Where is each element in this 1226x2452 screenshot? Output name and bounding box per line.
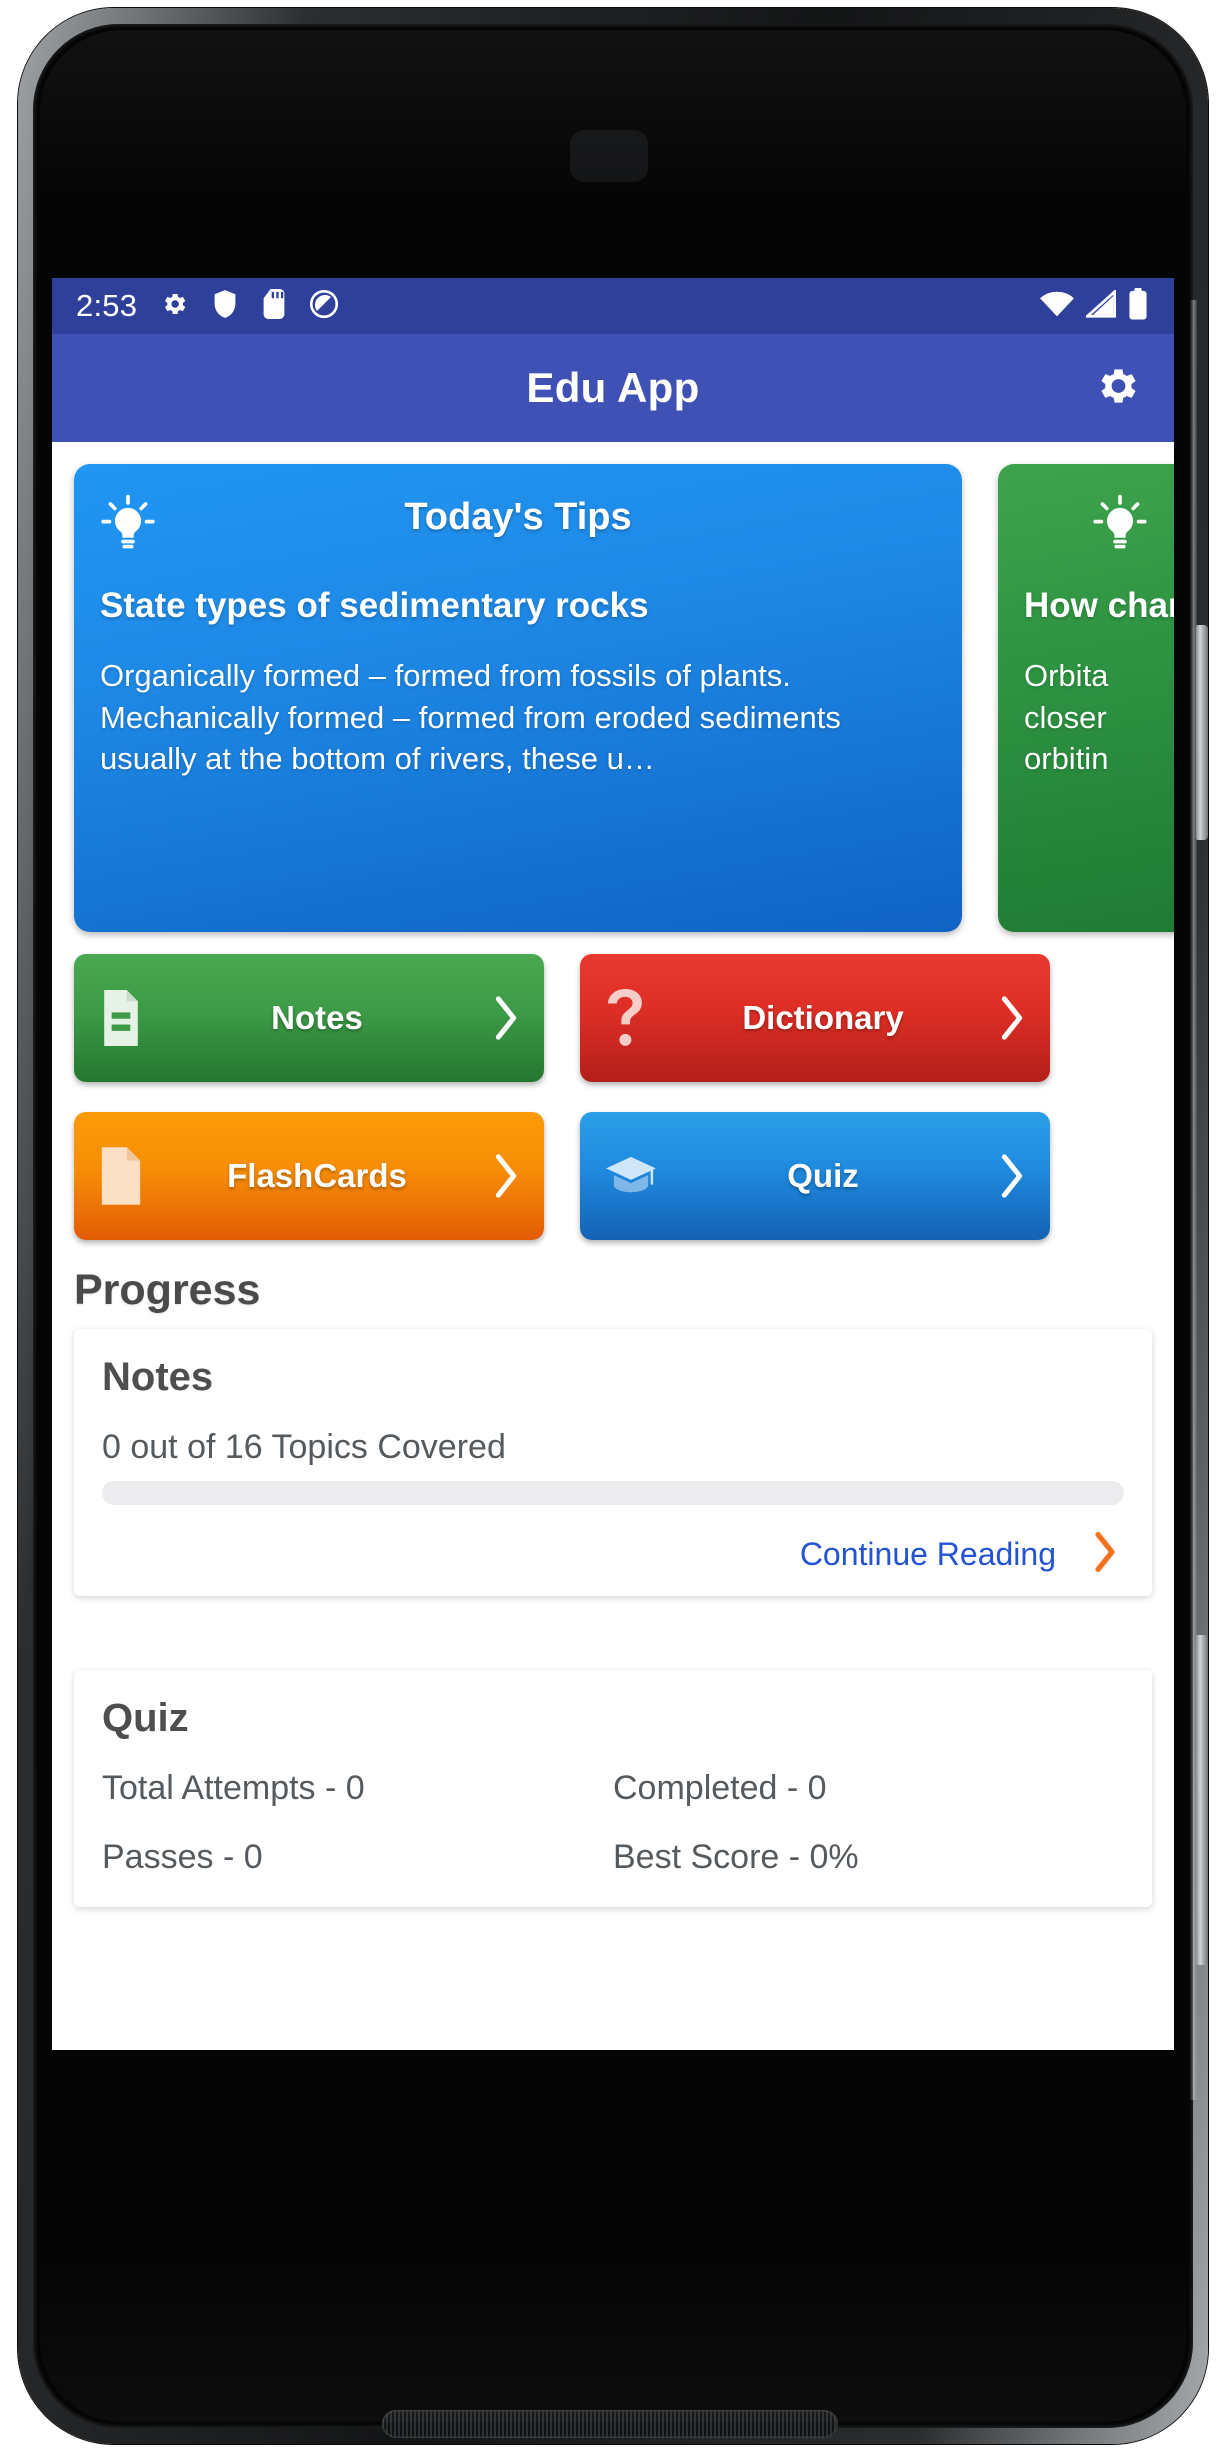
status-bar-right-group <box>1040 287 1148 325</box>
chevron-right-icon <box>990 995 1026 1041</box>
notes-progress-summary: 0 out of 16 Topics Covered <box>102 1428 506 1466</box>
circle-slash-icon <box>309 289 339 324</box>
status-bar-clock: 2:53 <box>76 288 138 323</box>
volume-button[interactable] <box>1196 1635 1208 1965</box>
document-icon <box>98 990 160 1046</box>
tip-card[interactable]: Today's Tips State types of sedimentary … <box>74 464 962 932</box>
status-bar: 2:53 <box>52 278 1174 334</box>
tip-card-header <box>1024 492 1174 568</box>
tip-card[interactable]: How chan Orbita closer orbitin <box>998 464 1174 932</box>
bottom-speaker-grille <box>382 2410 838 2438</box>
quiz-button[interactable]: Quiz <box>580 1112 1050 1240</box>
shield-icon <box>211 289 239 324</box>
app-bar: Edu App <box>52 334 1174 442</box>
question-mark-icon <box>604 989 666 1047</box>
tip-card-question: How chan <box>1024 586 1174 625</box>
tips-carousel[interactable]: Today's Tips State types of sedimentary … <box>52 442 1174 932</box>
action-button-grid: Notes Dictionary FlashCards Quiz <box>52 932 1174 1240</box>
page-title: Edu App <box>526 364 700 411</box>
notes-progress-title: Notes <box>102 1355 214 1399</box>
quiz-button-label: Quiz <box>787 1157 859 1194</box>
tip-card-question: State types of sedimentary rocks <box>100 586 649 625</box>
chevron-right-icon <box>990 1153 1026 1199</box>
main-content[interactable]: Today's Tips State types of sedimentary … <box>52 442 1174 2050</box>
quiz-stat-total-attempts: Total Attempts - 0 <box>102 1769 365 1807</box>
notes-progress-actions: Continue Reading <box>102 1531 1124 1578</box>
gear-icon <box>159 289 189 324</box>
settings-button[interactable] <box>1088 360 1144 416</box>
notes-progress-bar <box>102 1481 1124 1505</box>
notes-progress-card: Notes 0 out of 16 Topics Covered Continu… <box>74 1329 1152 1596</box>
notes-button[interactable]: Notes <box>74 954 544 1082</box>
chevron-right-icon[interactable] <box>1092 1531 1118 1578</box>
phone-screen: 2:53 Edu App Today's Tips State types of… <box>52 278 1174 2050</box>
continue-reading-link[interactable]: Continue Reading <box>800 1536 1056 1573</box>
power-button[interactable] <box>1196 625 1208 840</box>
status-bar-left-group: 2:53 <box>76 288 339 324</box>
graduation-cap-icon <box>604 1155 666 1197</box>
flashcards-button-label: FlashCards <box>227 1157 407 1194</box>
quiz-stats-grid: Total Attempts - 0 Completed - 0 Passes … <box>102 1769 1124 1877</box>
tip-card-heading: Today's Tips <box>404 496 632 538</box>
lightbulb-icon <box>1092 494 1148 557</box>
notes-button-label: Notes <box>271 999 363 1036</box>
dictionary-button[interactable]: Dictionary <box>580 954 1050 1082</box>
wifi-icon <box>1040 290 1074 323</box>
quiz-progress-title: Quiz <box>102 1696 189 1740</box>
sd-card-icon <box>261 288 287 324</box>
phone-device-frame: 2:53 Edu App Today's Tips State types of… <box>0 0 1226 2452</box>
chevron-right-icon <box>484 995 520 1041</box>
tip-card-answer: Orbita closer orbitin <box>1024 658 1109 777</box>
flashcards-button[interactable]: FlashCards <box>74 1112 544 1240</box>
dictionary-button-label: Dictionary <box>742 999 904 1036</box>
card-icon <box>98 1147 160 1205</box>
cellular-signal-icon <box>1083 288 1116 323</box>
top-sensor-cutout <box>570 130 648 182</box>
quiz-stat-best-score: Best Score - 0% <box>613 1838 859 1876</box>
quiz-stat-passes: Passes - 0 <box>102 1838 263 1876</box>
progress-section-title: Progress <box>74 1266 261 1314</box>
chevron-right-icon <box>484 1153 520 1199</box>
quiz-progress-card: Quiz Total Attempts - 0 Completed - 0 Pa… <box>74 1670 1152 1907</box>
tip-card-header: Today's Tips <box>100 492 936 568</box>
battery-icon <box>1128 287 1148 325</box>
tip-card-answer: Organically formed – formed from fossils… <box>100 658 841 777</box>
gear-icon <box>1091 361 1141 416</box>
quiz-stat-completed: Completed - 0 <box>613 1769 827 1807</box>
